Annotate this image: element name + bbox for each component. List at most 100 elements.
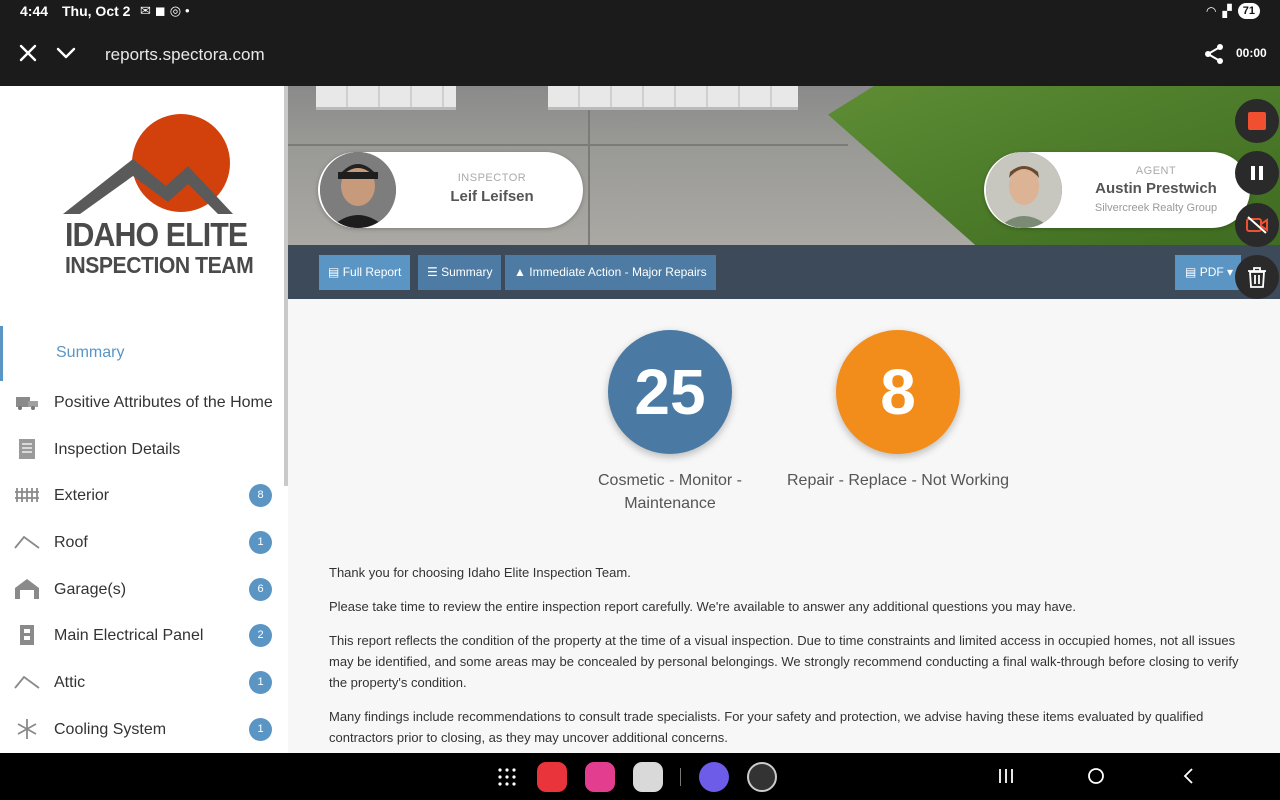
app-drawer-icon[interactable] (497, 767, 517, 787)
logo-line2: INSPECTION TEAM (65, 252, 254, 278)
dock-divider (680, 768, 681, 786)
summary-label: Summary (441, 265, 493, 279)
home-value-icon (14, 391, 40, 413)
inspector-role: INSPECTOR (457, 172, 527, 184)
count-badge: 8 (249, 484, 272, 508)
back-icon[interactable] (1180, 767, 1198, 785)
intro-paragraph: This report reflects the condition of th… (329, 633, 1239, 690)
chevron-down-icon[interactable] (54, 41, 78, 65)
document-icon (14, 438, 40, 460)
status-time: 4:44 (20, 3, 49, 19)
close-tab-icon[interactable] (16, 41, 40, 65)
snowflake-icon (14, 718, 40, 740)
inspector-avatar (320, 152, 396, 228)
immediate-action-button[interactable]: ▲ Immediate Action - Major Repairs (505, 255, 716, 290)
camera-off-icon (1246, 216, 1268, 234)
stop-recording-button[interactable] (1235, 99, 1279, 143)
roof-icon (14, 531, 40, 553)
recording-timer: 00:00 (1236, 46, 1267, 60)
camera-off-button[interactable] (1235, 203, 1279, 247)
status-right: ◠ ▞ 71 (1206, 3, 1260, 19)
logo-line1: IDAHO ELITE (65, 216, 248, 253)
pdf-icon: ▤ (1185, 265, 1197, 279)
count-badge: 6 (249, 577, 272, 601)
browser-toolbar: reports.spectora.com 00:00 (0, 24, 1280, 86)
pause-recording-button[interactable] (1235, 151, 1279, 195)
sidebar-item-summary[interactable]: Summary (0, 326, 284, 381)
sidebar-item-label: Positive Attributes of the Home (54, 394, 273, 411)
garage-door-image (316, 86, 456, 110)
sidebar: IDAHO ELITE INSPECTION TEAM Summary Posi… (0, 86, 288, 753)
count-badge: 1 (249, 531, 272, 555)
recent-apps-icon[interactable] (997, 767, 1015, 785)
immediate-action-label: Immediate Action - Major Repairs (529, 265, 707, 279)
electrical-panel-icon (14, 624, 40, 646)
shopping-bag-icon: ◼ (154, 3, 170, 18)
home-icon[interactable] (1087, 767, 1105, 785)
system-nav-bar (0, 753, 1280, 800)
wifi-icon: ◠ (1206, 4, 1217, 18)
sidebar-item-label: Attic (54, 674, 86, 692)
attic-icon (14, 671, 40, 693)
trash-icon (1248, 267, 1266, 288)
repair-count-label: Repair - Replace - Not Working (786, 472, 1009, 489)
sidebar-item-roof[interactable]: Roof 1 (0, 521, 284, 568)
sidebar-item-positive-attributes[interactable]: Positive Attributes of the Home (0, 381, 284, 428)
full-report-label: Full Report (342, 265, 402, 279)
cosmetic-count-label: Cosmetic - Monitor - Maintenance (597, 472, 743, 512)
driveway-joint (288, 144, 848, 146)
caret-down-icon: ▾ (1227, 265, 1234, 279)
sidebar-item-label: Summary (56, 344, 125, 361)
warning-icon: ▲ (514, 265, 526, 279)
inspector-name: Leif Leifsen (450, 188, 534, 205)
settings-app-icon[interactable] (747, 762, 777, 792)
gallery-app-icon[interactable] (585, 762, 615, 792)
sidebar-item-attic[interactable]: Attic 1 (0, 661, 284, 708)
notification-icons: ✉◼◎• (140, 3, 194, 19)
camera-app-icon[interactable] (633, 762, 663, 792)
report-main: INSPECTOR Leif Leifsen AGENT Austin Pres… (288, 86, 1280, 753)
sidebar-item-label: Exterior (54, 487, 110, 505)
sidebar-item-label: Cooling System (54, 720, 167, 738)
count-badge: 1 (249, 717, 272, 741)
battery-indicator: 71 (1237, 3, 1260, 19)
sidebar-item-exterior[interactable]: Exterior 8 (0, 474, 284, 521)
inspector-card[interactable]: INSPECTOR Leif Leifsen (318, 152, 583, 228)
sidebar-item-cooling-system[interactable]: Cooling System 1 (0, 708, 284, 753)
sidebar-item-label: Main Electrical Panel (54, 627, 204, 645)
sidebar-item-garage[interactable]: Garage(s) 6 (0, 568, 284, 615)
garage-icon (14, 578, 40, 600)
sidebar-item-main-electrical-panel[interactable]: Main Electrical Panel 2 (0, 614, 284, 661)
agent-org: Silvercreek Realty Group (1094, 202, 1218, 214)
driveway-joint (588, 110, 590, 245)
document-icon: ▤ (328, 265, 340, 279)
status-bar: 4:44 Thu, Oct 2 ✉◼◎• ◠ ▞ 71 (0, 0, 1280, 24)
agent-card[interactable]: AGENT Austin Prestwich Silvercreek Realt… (984, 152, 1250, 228)
signal-icon: ▞ (1222, 4, 1232, 18)
bixby-app-icon[interactable] (699, 762, 729, 792)
agent-name: Austin Prestwich (1095, 180, 1217, 197)
notes-app-icon[interactable] (537, 762, 567, 792)
dot-icon: • (185, 3, 194, 18)
pdf-label: PDF (1199, 265, 1224, 279)
sidebar-nav: Summary Positive Attributes of the Home … (0, 326, 284, 753)
summary-button[interactable]: ☰ Summary (418, 255, 502, 290)
url-field[interactable]: reports.spectora.com (105, 45, 265, 65)
repair-count-circle[interactable]: 8 (836, 330, 960, 454)
pdf-button[interactable]: ▤ PDF ▾ (1175, 255, 1241, 290)
property-photo: INSPECTOR Leif Leifsen AGENT Austin Pres… (288, 86, 1280, 245)
garage-door-image (548, 86, 798, 110)
intro-paragraph: Many findings include recommendations to… (329, 709, 1204, 745)
status-date: Thu, Oct 2 (62, 3, 131, 19)
intro-paragraph: Please take time to review the entire in… (329, 599, 1077, 614)
cosmetic-count-circle[interactable]: 25 (608, 330, 732, 454)
share-icon[interactable] (1202, 42, 1226, 66)
pause-icon (1251, 166, 1263, 180)
count-badge: 2 (249, 624, 272, 648)
report-toolbar: ▤ Full Report ☰ Summary ▲ Immediate Acti… (288, 245, 1280, 299)
delete-recording-button[interactable] (1235, 255, 1279, 299)
intro-paragraph: Thank you for choosing Idaho Elite Inspe… (329, 565, 631, 580)
stop-icon (1248, 112, 1266, 130)
sidebar-item-inspection-details[interactable]: Inspection Details (0, 428, 284, 475)
full-report-button[interactable]: ▤ Full Report (319, 255, 411, 290)
